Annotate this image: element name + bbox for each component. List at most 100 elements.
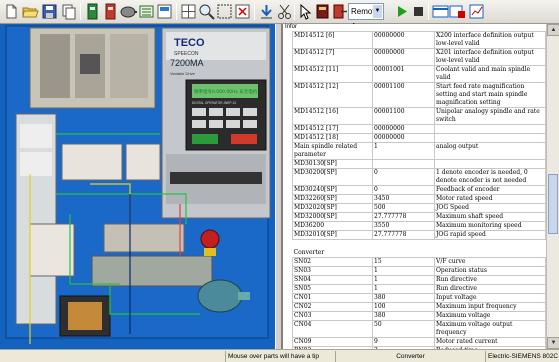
table-cell: Motor rated speed (434, 194, 546, 204)
table-row: MD14512 [7] 00000000 X201 interface defini… (292, 48, 546, 66)
table-cell (434, 124, 546, 134)
table-cell: 00001100 (372, 107, 435, 125)
vertical-scrollbar[interactable]: ▲ ▼ (546, 24, 559, 349)
table-cell: Coolant valid and main spindle valid (434, 65, 546, 83)
window-icon[interactable] (449, 3, 466, 20)
remote-select[interactable]: Remote A▼ (348, 3, 384, 31)
pointer-icon[interactable] (297, 3, 314, 20)
breaker-column[interactable] (15, 113, 57, 325)
table-row: MD32000[SP] 27.777778 Maximum shaft speed (292, 212, 546, 222)
table-row: MD32020[SP] 500 JOG Speed (292, 203, 546, 213)
table-cell: Start feed rate magnification setting an… (434, 82, 546, 108)
grid-icon[interactable] (180, 3, 197, 20)
table-row: CN09 9 Motor rated current (292, 336, 546, 347)
save-icon[interactable] (41, 3, 58, 20)
keypad-button[interactable] (192, 108, 206, 116)
stop-button[interactable] (231, 134, 257, 144)
table-cell: MD14512 [11] (292, 65, 373, 83)
table-cell: 500 (372, 203, 435, 213)
table-row: MD14512 [17] 00000000 (292, 124, 546, 134)
component-icon[interactable] (84, 3, 101, 20)
keypad-button[interactable] (209, 108, 223, 116)
exit-icon[interactable] (331, 3, 348, 20)
contactor-block[interactable] (29, 27, 156, 109)
scroll-up-icon[interactable]: ▲ (547, 24, 559, 36)
scissors-icon[interactable] (276, 3, 293, 20)
table-cell: CN02 (292, 301, 373, 312)
section-label: Converter (293, 248, 325, 256)
book-icon[interactable] (314, 3, 331, 20)
keypad-button[interactable] (226, 120, 240, 128)
table-cell: MD30130[SP] (292, 159, 373, 169)
table-cell: 1 (372, 283, 435, 294)
download-icon[interactable] (258, 3, 275, 20)
keypad-button[interactable] (243, 120, 257, 128)
scroll-down-icon[interactable]: ▼ (547, 337, 559, 349)
table-row: Main spindle related parameter 1 analog ou… (292, 142, 546, 160)
table-cell: 380 (372, 292, 435, 303)
table-cell: MD32000[SP] (292, 212, 373, 222)
simulation-panel[interactable]: TECO SPEECON 7200MA Variable Drive 频率指令0… (0, 24, 275, 349)
dotted-select-icon[interactable] (216, 3, 233, 20)
status-hint: Mouse over parts will have a tip (226, 351, 336, 362)
keypad-button[interactable] (192, 120, 206, 128)
vfd-unit[interactable]: TECO SPEECON 7200MA Variable Drive 频率指令0… (161, 27, 271, 219)
circuit-icon[interactable] (138, 3, 155, 20)
table-cell: Maximum input frequency (434, 301, 546, 312)
transformer[interactable] (59, 295, 111, 337)
table-cell: Run directive (434, 283, 546, 294)
table-cell: 380 (372, 310, 435, 321)
stop-icon[interactable] (410, 3, 427, 20)
keypad-button[interactable] (243, 108, 257, 116)
table-cell: 00000000 (372, 133, 435, 143)
motor-icon[interactable] (120, 3, 137, 20)
table-row: SN04 1 Run directive (292, 274, 546, 285)
table-row: MD32260[SP] 3450 Motor rated speed (292, 194, 546, 204)
table-row: MD36200 3550 Maximum monitoring speed (292, 221, 546, 231)
table-cell: 0 (372, 168, 435, 186)
table-row: MD14512 [11] 00001001 Coolant valid and ma… (292, 65, 546, 83)
main-toolbar: Remote A▼ (0, 0, 559, 31)
zoom-icon[interactable] (198, 3, 215, 20)
table-cell (434, 159, 546, 169)
table-cell: MD14512 [6] (292, 31, 373, 49)
scroll-thumb[interactable] (548, 174, 558, 234)
component-icon[interactable] (102, 3, 119, 20)
table-cell: 1 (372, 274, 435, 285)
table-cell: Main spindle related parameter (292, 142, 373, 160)
vfd-display: 频率指令0.000.00Hz 东元电机 (194, 88, 258, 95)
status-mode: Converter (336, 351, 486, 362)
vfd-model: SPEECON (174, 51, 199, 57)
table-cell: SN05 (292, 283, 373, 294)
vfd-panel-label: DIGITAL OPERATOR JNEP-31 (192, 101, 236, 105)
info-panel-title: Infor (285, 24, 298, 30)
panel-divider[interactable] (275, 24, 282, 349)
table-cell: 27.777778 (372, 230, 435, 240)
table-cell: 3450 (372, 194, 435, 204)
table-cell: Maximum shaft speed (434, 212, 546, 222)
chevron-down-icon[interactable]: ▼ (373, 5, 382, 18)
table-row: MD14512 [12] 00001100 Start feed rate magn… (292, 82, 546, 108)
relay-block[interactable] (61, 143, 161, 181)
new-file-icon[interactable] (3, 3, 20, 20)
run-button[interactable] (192, 134, 218, 144)
table-cell: V/F curve (434, 256, 546, 267)
open-folder-icon[interactable] (22, 3, 39, 20)
table-cell: X201 interface definition output low-lev… (434, 48, 546, 66)
table-spacer (293, 240, 546, 247)
copy-icon[interactable] (60, 3, 77, 20)
table-cell: MD32020[SP] (292, 203, 373, 213)
table-cell: Operation status (434, 265, 546, 276)
keypad-button[interactable] (226, 108, 240, 116)
table-row: CN03 380 Maximum voltage (292, 310, 546, 321)
layout-icon[interactable] (432, 3, 449, 20)
table-cell: CN09 (292, 336, 373, 347)
table-cell: MD36200 (292, 221, 373, 231)
delete-icon[interactable] (234, 3, 251, 20)
chart-icon[interactable] (468, 3, 485, 20)
keypad-button[interactable] (209, 120, 223, 128)
vfd-subtitle: Variable Drive (170, 71, 196, 76)
play-icon[interactable] (393, 3, 410, 20)
table-cell: 0 (372, 185, 435, 195)
panel-icon[interactable] (156, 3, 173, 20)
